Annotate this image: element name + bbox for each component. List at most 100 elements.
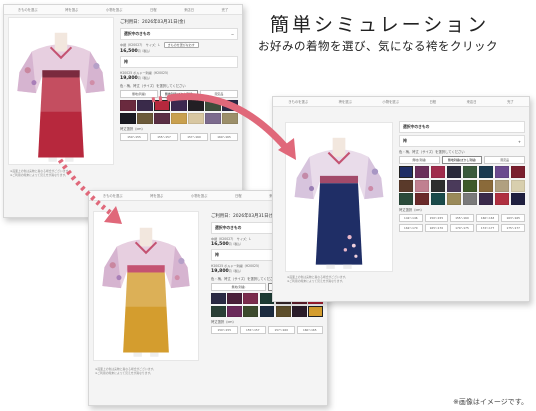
hakama-color-swatch[interactable] bbox=[430, 166, 446, 178]
tab-plain[interactable]: 無地(刺繍) bbox=[120, 90, 158, 98]
hakama-color-swatch[interactable] bbox=[478, 179, 494, 192]
nav-visit[interactable]: 来店日 bbox=[184, 7, 194, 12]
tab-gradient[interactable]: 無地刺繍(ぼかし刺繍) bbox=[441, 156, 483, 164]
hakama-color-swatch[interactable] bbox=[446, 179, 462, 192]
nav-schedule[interactable]: 日程 bbox=[235, 193, 242, 198]
hakama-color-swatch[interactable] bbox=[399, 193, 414, 205]
hakama-color-swatch[interactable] bbox=[137, 112, 153, 124]
hakama-color-swatch[interactable] bbox=[188, 112, 204, 124]
hakama-color-swatch[interactable] bbox=[494, 166, 510, 178]
hakama-color-swatch[interactable] bbox=[243, 293, 259, 304]
hakama-color-swatch[interactable] bbox=[222, 100, 238, 111]
hakama-color-swatch[interactable] bbox=[227, 305, 242, 317]
size-option[interactable]: 160〜165 bbox=[210, 132, 238, 141]
hakama-color-swatch[interactable] bbox=[430, 193, 446, 205]
hakama-color-swatch[interactable] bbox=[211, 293, 226, 304]
hakama-color-swatch[interactable] bbox=[275, 305, 291, 317]
hakama-color-swatch[interactable] bbox=[399, 166, 414, 178]
hakama-color-swatch[interactable] bbox=[222, 112, 238, 124]
hakama-color-swatch[interactable] bbox=[494, 179, 510, 192]
size-option[interactable]: 150〜155 bbox=[424, 214, 449, 222]
tab-limited[interactable]: 限定品 bbox=[200, 90, 238, 98]
nav-kimono[interactable]: きものを選ぶ bbox=[288, 99, 308, 104]
collapse-icon[interactable]: − bbox=[231, 32, 234, 37]
hakama-color-swatch[interactable] bbox=[510, 166, 525, 178]
hakama-color-swatch[interactable] bbox=[510, 193, 525, 205]
hakama-color-swatch[interactable] bbox=[171, 112, 187, 124]
hakama-color-swatch[interactable] bbox=[259, 305, 275, 317]
nav-kimono[interactable]: きものを選ぶ bbox=[103, 193, 123, 198]
hakama-color-swatch[interactable] bbox=[120, 100, 136, 111]
hakama-color-swatch[interactable] bbox=[494, 193, 510, 205]
tab-gradient[interactable]: 無地刺繍(ぼかし刺繍) bbox=[160, 90, 198, 98]
reselect-kimono-button[interactable]: きものを選びなおす bbox=[163, 42, 199, 48]
hakama-color-swatch[interactable] bbox=[211, 305, 226, 317]
size-option[interactable]: 157〜160 bbox=[268, 325, 295, 334]
size-option[interactable]: 163〜165 bbox=[501, 214, 525, 222]
size-option[interactable]: 172〜177 bbox=[475, 224, 500, 232]
hakama-color-swatch[interactable] bbox=[462, 193, 478, 205]
nav-done[interactable]: 完了 bbox=[507, 99, 514, 104]
kimono-box[interactable]: 選択中のきもの − bbox=[120, 28, 238, 40]
size-option[interactable]: 170〜175 bbox=[450, 224, 474, 232]
size-option[interactable]: 155〜160 bbox=[450, 214, 474, 222]
nav-schedule[interactable]: 日程 bbox=[429, 99, 436, 104]
nav-hakama[interactable]: 袴を選ぶ bbox=[65, 7, 78, 12]
nav-accessories[interactable]: 小物を選ぶ bbox=[191, 193, 207, 198]
size-option[interactable]: 155〜157 bbox=[150, 132, 178, 141]
hakama-color-swatch[interactable] bbox=[414, 193, 430, 205]
tab-limited[interactable]: 限定品 bbox=[484, 156, 526, 164]
hakama-box[interactable]: 袴 bbox=[120, 56, 238, 68]
expand-icon[interactable]: + bbox=[518, 139, 521, 144]
hakama-color-swatch[interactable] bbox=[399, 179, 414, 192]
hakama-color-swatch[interactable] bbox=[188, 100, 204, 111]
hakama-color-swatch[interactable] bbox=[446, 193, 462, 205]
model-figure-navy bbox=[294, 137, 384, 269]
hakama-color-swatch[interactable] bbox=[414, 179, 430, 192]
hakama-color-swatch[interactable] bbox=[414, 166, 430, 178]
tab-plain[interactable]: 無地(刺繍) bbox=[399, 156, 440, 164]
nav-accessories[interactable]: 小物を選ぶ bbox=[106, 7, 122, 12]
hakama-color-swatch[interactable] bbox=[137, 100, 153, 111]
tab-plain[interactable]: 無地(刺繍) bbox=[211, 283, 266, 291]
hakama-color-swatch[interactable] bbox=[120, 112, 136, 124]
size-option[interactable]: 160〜163 bbox=[475, 214, 500, 222]
hakama-color-swatch[interactable] bbox=[243, 305, 259, 317]
hakama-color-swatch[interactable] bbox=[308, 305, 323, 317]
kimono-box[interactable]: 選択中のきもの bbox=[399, 121, 525, 133]
hakama-color-swatch[interactable] bbox=[446, 166, 462, 178]
size-option[interactable]: 142〜146 bbox=[399, 214, 423, 222]
size-option[interactable]: 162〜170 bbox=[399, 224, 423, 232]
hakama-color-swatch[interactable] bbox=[154, 112, 170, 124]
hakama-color-swatch[interactable] bbox=[510, 179, 525, 192]
size-option[interactable]: 150〜155 bbox=[120, 132, 148, 141]
size-option[interactable]: 165〜170 bbox=[424, 224, 449, 232]
hakama-color-swatch[interactable] bbox=[205, 100, 221, 111]
nav-visit[interactable]: 来店日 bbox=[467, 99, 477, 104]
nav-accessories[interactable]: 小物を選ぶ bbox=[382, 99, 398, 104]
size-option[interactable]: 150〜155 bbox=[211, 325, 238, 334]
tax-label: 円（税込） bbox=[137, 49, 152, 53]
size-option[interactable]: 160〜165 bbox=[296, 325, 323, 334]
hakama-color-swatch[interactable] bbox=[462, 179, 478, 192]
size-option[interactable]: 155〜157 bbox=[239, 325, 266, 334]
headline: 簡単シミュレーション bbox=[270, 14, 490, 36]
nav-hakama[interactable]: 袴を選ぶ bbox=[150, 193, 163, 198]
nav-done[interactable]: 完了 bbox=[222, 7, 229, 12]
nav-schedule[interactable]: 日程 bbox=[150, 7, 157, 12]
nav-kimono[interactable]: きものを選ぶ bbox=[18, 7, 38, 12]
hakama-color-swatch[interactable] bbox=[171, 100, 187, 111]
hakama-color-swatch[interactable] bbox=[154, 100, 170, 111]
hakama-color-swatch[interactable] bbox=[227, 293, 242, 304]
size-option[interactable]: 175〜177 bbox=[501, 224, 525, 232]
kimono-label: 選択中のきもの bbox=[124, 31, 151, 36]
hakama-color-swatch[interactable] bbox=[205, 112, 221, 124]
hakama-color-swatch[interactable] bbox=[430, 179, 446, 192]
nav-hakama[interactable]: 袴を選ぶ bbox=[339, 99, 352, 104]
size-option[interactable]: 157〜160 bbox=[180, 132, 208, 141]
hakama-box[interactable]: 袴 + bbox=[399, 135, 525, 147]
hakama-color-swatch[interactable] bbox=[478, 193, 494, 205]
hakama-color-swatch[interactable] bbox=[462, 166, 478, 178]
hakama-color-swatch[interactable] bbox=[478, 166, 494, 178]
hakama-color-swatch[interactable] bbox=[292, 305, 307, 317]
